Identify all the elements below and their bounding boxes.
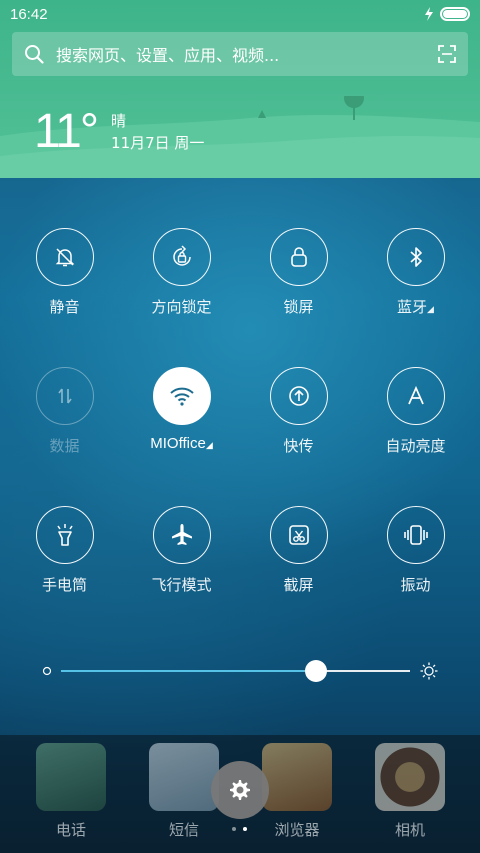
toggle-lock-screen-label: 锁屏 [283,298,314,316]
charging-icon [425,7,433,21]
toggle-vibrate-label: 振动 [400,576,431,594]
page-dot [232,827,236,831]
dock-app-camera[interactable]: 相机 [374,743,446,840]
dock-app-browser-label: 浏览器 [274,821,320,839]
status-time: 16:42 [10,5,48,23]
transfer-icon [288,386,309,406]
weather-condition: 晴 [111,112,127,130]
search-input[interactable]: 搜索网页、设置、应用、视频... [56,42,438,66]
toggle-airplane-label: 飞行模式 [151,576,212,594]
airplane-icon [171,524,192,545]
dock-app-browser[interactable]: 浏览器 [261,743,333,840]
toggle-screenshot[interactable]: 截屏 [240,506,357,595]
expand-corner-icon: ◢ [205,440,213,450]
toggle-wifi[interactable]: MIOffice◢ [123,367,240,452]
scan-icon[interactable] [438,45,456,63]
header-panel: 16:42 搜索网页、设置、应用、视频... 11° 晴 11月7日 周一 [0,0,480,178]
toggle-quick-transfer[interactable]: 快传 [240,367,357,456]
toggle-wifi-label: MIOffice [150,435,206,452]
toggle-mute[interactable]: 静音 [6,228,123,317]
brightness-high-icon [420,662,438,680]
slider-thumb[interactable] [304,660,327,682]
expand-corner-icon: ◢ [427,305,434,315]
toggle-rotation-lock-label: 方向锁定 [151,298,212,316]
temperature: 11° [34,105,99,158]
mute-bell-icon [55,248,74,267]
brightness-slider[interactable] [40,660,442,684]
toggle-quick-transfer-label: 快传 [283,437,314,455]
toggle-mute-label: 静音 [49,298,80,316]
toggle-vibrate[interactable]: 振动 [357,506,474,595]
dock-app-phone-label: 电话 [55,821,86,839]
browser-app-icon [262,743,332,811]
bluetooth-icon [409,247,422,267]
page-indicator [232,827,247,831]
toggle-flashlight[interactable]: 手电筒 [6,506,123,595]
auto-brightness-icon [407,385,424,405]
weather-date: 11月7日 周一 [111,134,205,152]
toggle-data[interactable]: 数据 [6,367,123,456]
status-bar: 16:42 [0,0,480,28]
dock-app-sms-label: 短信 [168,821,199,839]
data-arrows-icon [57,388,72,404]
lock-icon [290,247,307,267]
settings-button[interactable] [211,761,269,819]
screenshot-icon [288,525,309,545]
dock-app-camera-label: 相机 [394,821,425,839]
toggle-flashlight-label: 手电筒 [41,576,87,594]
gear-icon [230,780,250,800]
search-bar[interactable]: 搜索网页、设置、应用、视频... [12,32,468,76]
camera-app-icon [375,743,445,811]
flashlight-icon [56,524,73,546]
phone-app-icon [36,743,106,811]
toggle-auto-brightness-label: 自动亮度 [385,437,446,455]
rotation-lock-icon [172,245,191,266]
vibrate-icon [403,525,428,545]
search-icon [25,45,44,64]
toggle-bluetooth-label: 蓝牙 [397,298,428,316]
dock-app-sms[interactable]: 短信 [148,743,220,840]
toggle-lock-screen[interactable]: 锁屏 [240,228,357,317]
dock-app-phone[interactable]: 电话 [35,743,107,840]
toggle-bluetooth[interactable]: 蓝牙◢ [357,228,474,317]
toggle-airplane[interactable]: 飞行模式 [123,506,240,595]
brightness-low-icon [42,666,52,676]
toggle-screenshot-label: 截屏 [283,576,314,594]
toggle-data-label: 数据 [49,437,80,455]
toggle-rotation-lock[interactable]: 方向锁定 [123,228,240,317]
page-dot-active [243,827,247,831]
slider-fill [61,670,316,672]
sms-app-icon [149,743,219,811]
toggle-auto-brightness[interactable]: 自动亮度 [357,367,474,456]
battery-icon [440,7,470,21]
wifi-icon [169,387,194,406]
weather-widget[interactable]: 11° 晴 11月7日 周一 [34,108,204,156]
